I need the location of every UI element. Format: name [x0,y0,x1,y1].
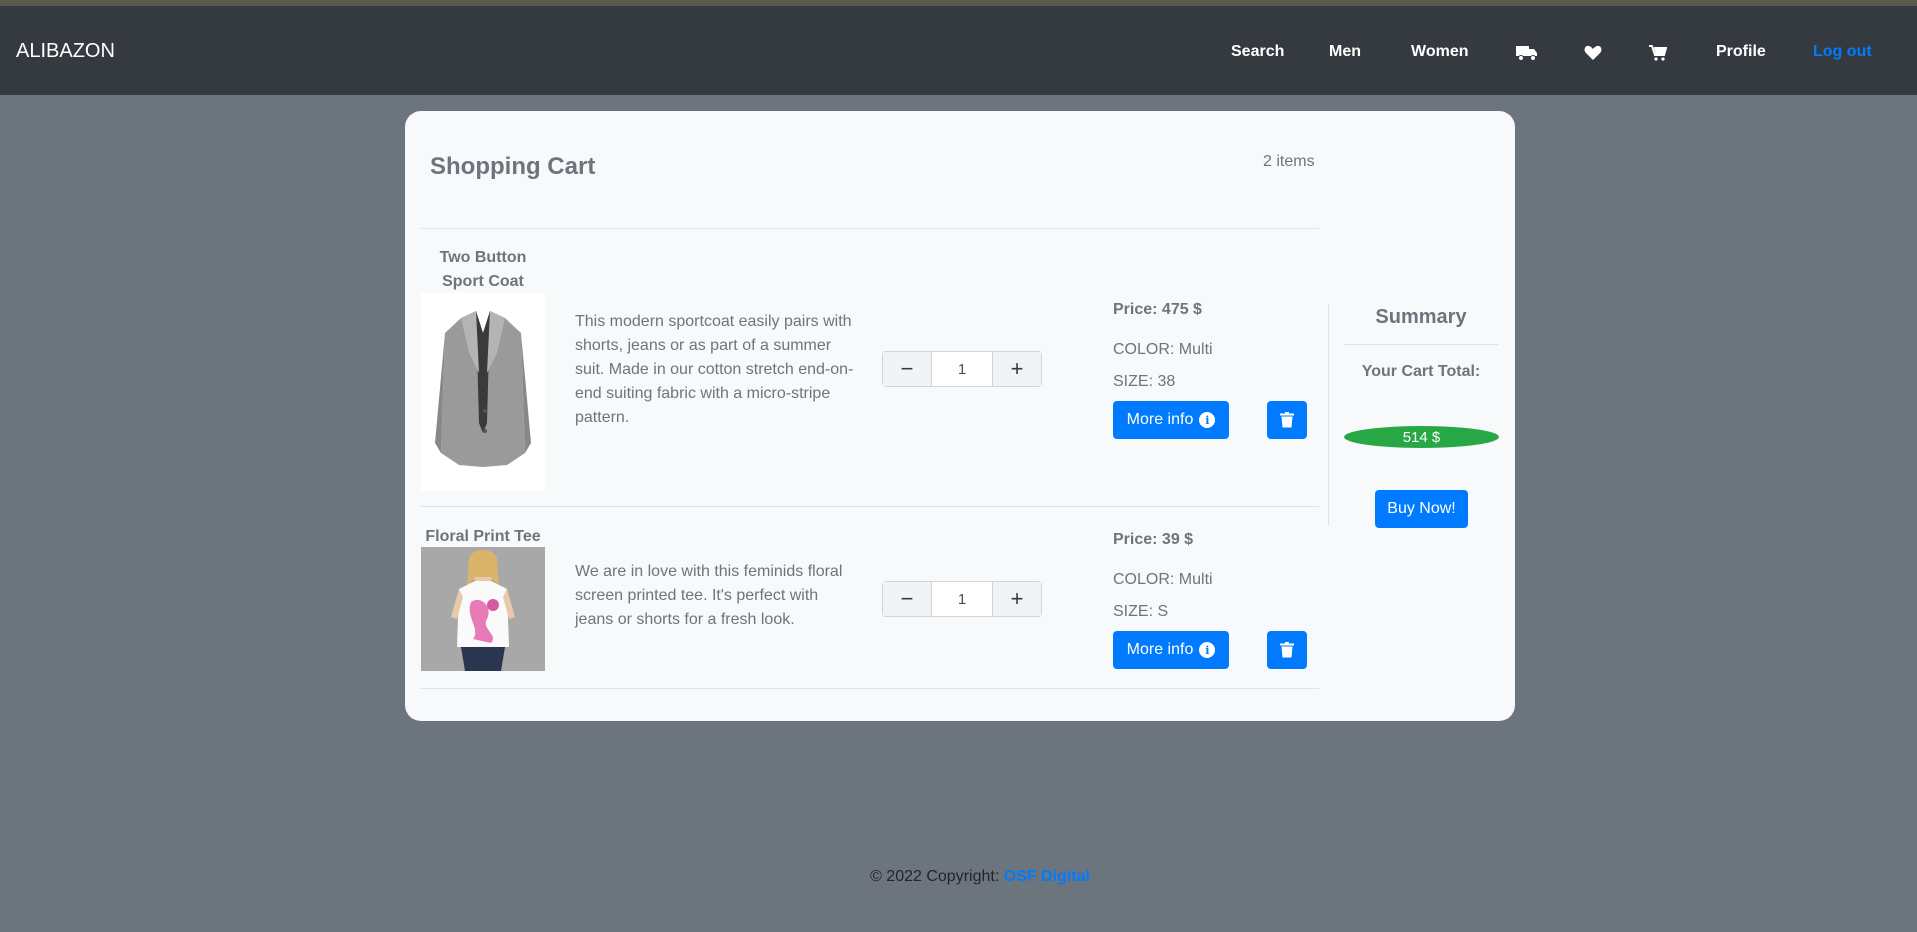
item-count: 2 items [1263,153,1315,170]
copyright-text: © 2022 Copyright: [870,868,1004,885]
product-name: Two Button Sport Coat [439,249,527,290]
nav-link-women[interactable]: Women [1411,43,1468,61]
divider [421,506,1319,507]
cart-total-badge: 514 $ [1344,426,1499,448]
product-color: COLOR: Multi [1113,571,1213,588]
info-icon: i [1199,412,1216,428]
product-price: Price: 39 $ [1113,531,1194,548]
remove-item-button[interactable] [1267,631,1307,669]
truck-icon[interactable] [1516,45,1538,63]
nav-link-search[interactable]: Search [1231,43,1284,61]
more-info-button[interactable]: More info i [1113,631,1229,669]
cart-icon[interactable] [1649,45,1671,63]
cart-total-label: Your Cart Total: [1361,363,1481,380]
navbar: ALIBAZON Search Men Women Profile Log ou… [0,0,1917,95]
nav-link-profile[interactable]: Profile [1716,43,1766,61]
buy-now-button[interactable]: Buy Now! [1375,490,1468,528]
product-color: COLOR: Multi [1113,341,1213,358]
divider [421,688,1319,689]
heart-icon[interactable] [1584,45,1606,63]
footer: © 2022 Copyright: OSF Digital [0,868,1917,886]
quantity-stepper[interactable]: − 1 + [882,351,1042,387]
product-size: SIZE: S [1113,603,1169,620]
decrease-quantity-button[interactable]: − [883,582,932,616]
quantity-input[interactable]: 1 [932,352,992,386]
product-image-sport-coat[interactable] [421,293,545,491]
more-info-label: More info [1126,641,1194,658]
cart-title: Shopping Cart [430,153,596,180]
increase-quantity-button[interactable]: + [992,582,1041,616]
footer-link-osf-digital[interactable]: OSF Digital [1004,868,1090,885]
info-icon: i [1199,642,1216,658]
nav-link-men[interactable]: Men [1329,43,1361,61]
summary-divider [1328,304,1329,526]
brand-logo[interactable]: ALIBAZON [16,40,115,63]
increase-quantity-button[interactable]: + [992,352,1041,386]
quantity-input[interactable]: 1 [932,582,992,616]
more-info-label: More info [1126,411,1194,428]
remove-item-button[interactable] [1267,401,1307,439]
product-image-floral-tee[interactable] [421,547,545,671]
quantity-stepper[interactable]: − 1 + [882,581,1042,617]
trash-icon [1280,412,1294,428]
summary-separator [1344,344,1498,345]
product-description: We are in love with this feminids floral… [575,563,843,628]
shopping-cart-card: Shopping Cart 2 items Two Button Sport C… [405,111,1515,721]
more-info-button[interactable]: More info i [1113,401,1229,439]
divider [421,228,1319,229]
summary-title: Summary [1375,306,1467,328]
decrease-quantity-button[interactable]: − [883,352,932,386]
product-description: This modern sportcoat easily pairs with … [575,313,854,426]
product-name: Floral Print Tee [425,528,541,545]
nav-link-logout[interactable]: Log out [1813,43,1872,61]
product-price: Price: 475 $ [1113,301,1202,318]
trash-icon [1280,642,1294,658]
product-size: SIZE: 38 [1113,373,1176,390]
